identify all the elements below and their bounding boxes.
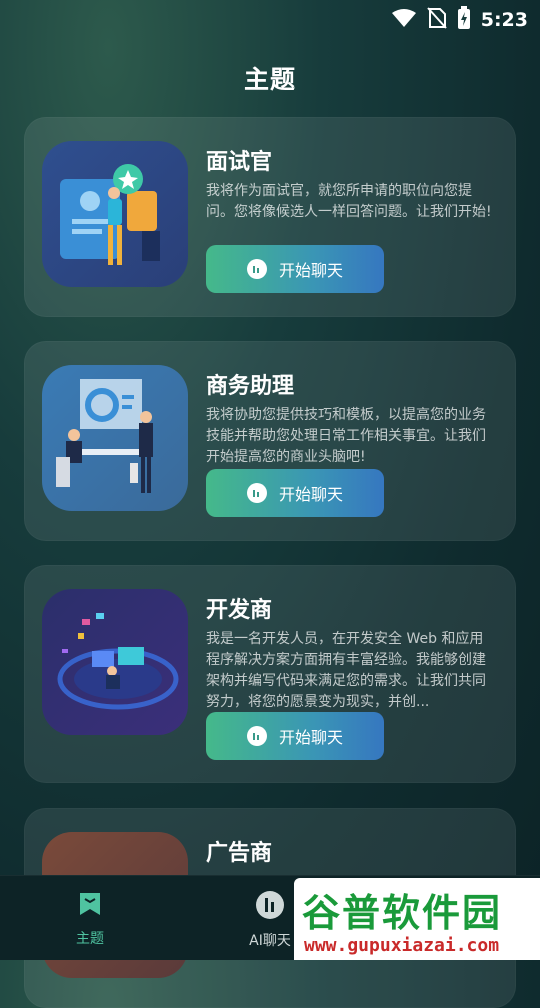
- watermark-text: 谷普软件园: [302, 891, 503, 935]
- card-title: 广告商: [206, 841, 273, 866]
- start-chat-label: 开始聊天: [278, 728, 343, 747]
- start-chat-button[interactable]: 开始聊天: [206, 245, 384, 293]
- card-title: 开发商: [206, 598, 273, 623]
- start-chat-button[interactable]: 开始聊天: [206, 712, 384, 760]
- watermark-url: www.gupuxiazai.com: [304, 935, 500, 956]
- status-time: 5:23: [480, 9, 528, 31]
- status-bar: 5:23: [0, 0, 540, 36]
- start-chat-label: 开始聊天: [278, 261, 343, 280]
- battery-charging-icon: [457, 6, 471, 34]
- theme-card-business-assistant[interactable]: 商务助理 我将协助您提供技巧和模板，以提高您的业务技能并帮助您处理日常工作相关事…: [24, 341, 516, 541]
- card-title: 商务助理: [206, 374, 295, 399]
- status-icons: 5:23: [391, 6, 528, 34]
- start-chat-button[interactable]: 开始聊天: [206, 469, 384, 517]
- chat-bubble-icon: [246, 259, 267, 279]
- bookmark-chat-icon: [76, 893, 104, 922]
- bottom-nav: 主题 AI聊天 谷普软件园 www.gupuxiazai.com: [0, 875, 540, 960]
- interviewer-illustration: [42, 141, 188, 287]
- nav-item-topics[interactable]: 主题: [30, 890, 150, 948]
- chat-bubble-icon: [255, 891, 285, 924]
- watermark-logo: 谷普软件园 www.gupuxiazai.com: [294, 878, 540, 960]
- theme-card-interviewer[interactable]: 面试官 我将作为面试官，就您所申请的职位向您提问。您将像候选人一样回答问题。让我…: [24, 117, 516, 317]
- theme-card-developer[interactable]: 开发商 我是一名开发人员，在开发安全 Web 和应用程序解决方案方面拥有丰富经验…: [24, 565, 516, 783]
- chat-bubble-icon: [246, 726, 267, 746]
- page-title: 主题: [243, 65, 296, 94]
- wifi-icon: [391, 8, 417, 32]
- start-chat-label: 开始聊天: [278, 485, 343, 504]
- card-title: 面试官: [206, 150, 273, 175]
- developer-illustration: [42, 589, 188, 735]
- business-assistant-illustration: [42, 365, 188, 511]
- nav-label: 主题: [76, 931, 104, 947]
- no-sim-icon: [426, 7, 447, 33]
- chat-bubble-icon: [246, 483, 267, 503]
